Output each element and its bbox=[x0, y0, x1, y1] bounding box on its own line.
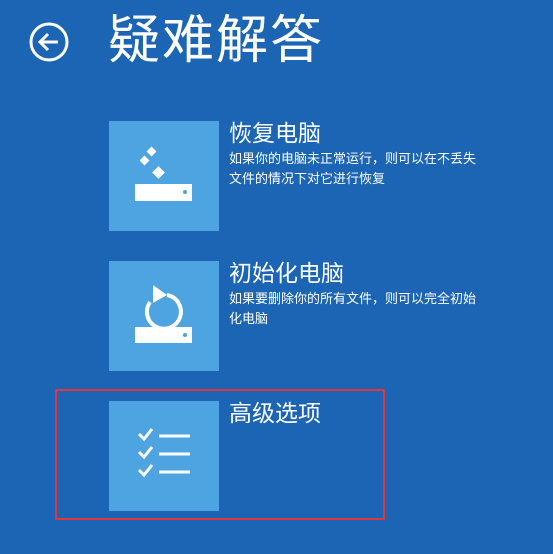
reset-pc-title: 恢复电脑 bbox=[229, 121, 321, 147]
initialize-pc-tile bbox=[109, 261, 219, 371]
advanced-options-title: 高级选项 bbox=[229, 401, 321, 427]
reset-pc-description: 如果你的电脑未正常运行，则可以在不丢失文件的情况下对它进行恢复 bbox=[229, 152, 477, 187]
advanced-options-option[interactable]: 高级选项 bbox=[109, 401, 409, 511]
reset-pc-tile bbox=[109, 121, 219, 231]
advanced-options-tile bbox=[109, 401, 219, 511]
back-arrow-icon bbox=[29, 22, 69, 62]
initialize-pc-title: 初始化电脑 bbox=[229, 261, 344, 287]
initialize-pc-option[interactable]: 初始化电脑 如果要删除你的所有文件，则可以完全初始化电脑 bbox=[109, 261, 476, 371]
back-button[interactable] bbox=[28, 21, 70, 63]
reset-drive-sparkle-icon bbox=[135, 146, 192, 201]
refresh-drive-icon bbox=[135, 285, 192, 343]
page-title: 疑难解答 bbox=[108, 11, 325, 71]
reset-pc-option[interactable]: 恢复电脑 如果你的电脑未正常运行，则可以在不丢失文件的情况下对它进行恢复 bbox=[109, 121, 476, 231]
initialize-pc-description: 如果要删除你的所有文件，则可以完全初始化电脑 bbox=[229, 292, 477, 327]
checklist-icon bbox=[137, 428, 190, 478]
